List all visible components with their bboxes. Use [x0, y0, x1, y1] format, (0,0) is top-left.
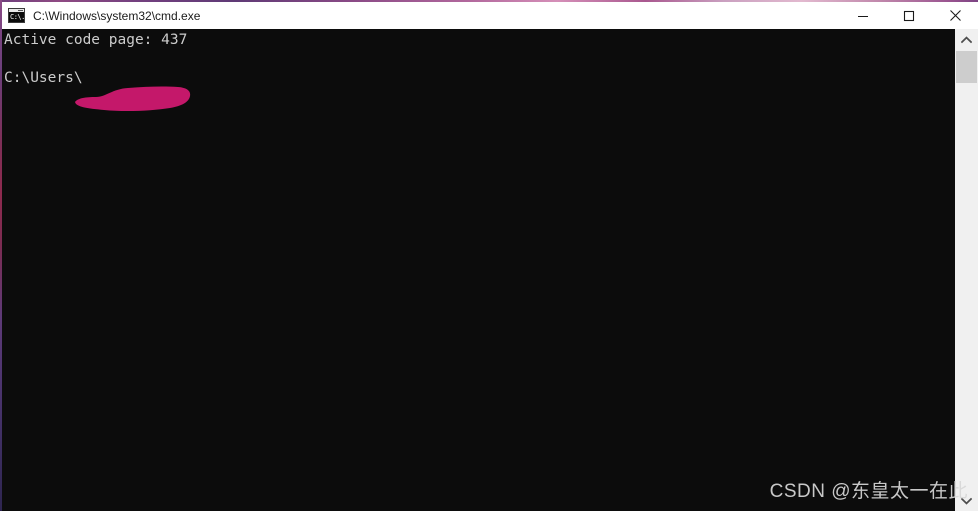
cmd-console-icon[interactable]: C:\.	[8, 8, 25, 23]
cmd-icon-prompt-glyph: C:\.	[10, 13, 25, 21]
close-button[interactable]	[932, 2, 978, 29]
vertical-scrollbar[interactable]	[955, 29, 978, 511]
minimize-button[interactable]	[840, 2, 886, 29]
console-text: Active code page: 437 C:\Users\	[4, 32, 188, 86]
cmd-window: C:\. C:\Windows\system32\cmd.exe Active …	[0, 0, 978, 511]
redaction-stroke	[75, 86, 191, 112]
maximize-button[interactable]	[886, 2, 932, 29]
title-bar[interactable]: C:\. C:\Windows\system32\cmd.exe	[2, 2, 978, 29]
cmd-icon-titlebar	[9, 9, 24, 12]
csdn-watermark: CSDN @东皇太一在此	[769, 481, 968, 502]
scrollbar-thumb[interactable]	[956, 51, 977, 83]
title-bar-left: C:\. C:\Windows\system32\cmd.exe	[2, 8, 840, 23]
window-controls	[840, 2, 978, 29]
window-title: C:\Windows\system32\cmd.exe	[33, 8, 201, 23]
console-output-area[interactable]: Active code page: 437 C:\Users\	[2, 29, 955, 511]
scroll-up-arrow-icon[interactable]	[955, 29, 978, 50]
